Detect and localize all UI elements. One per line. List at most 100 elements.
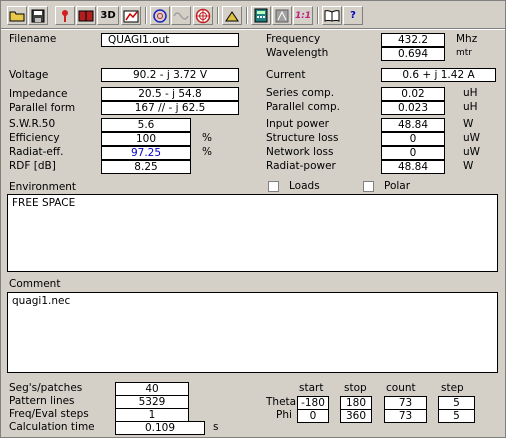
radiat-power-label: Radiat-power	[266, 160, 336, 172]
structure-loss-label: Structure loss	[266, 132, 339, 144]
disk-icon[interactable]	[28, 6, 48, 25]
polar-label: Polar	[384, 180, 411, 192]
theta-count-field[interactable]: 73	[384, 396, 427, 410]
help-icon[interactable]: ?	[343, 6, 363, 25]
current-label: Current	[266, 69, 306, 81]
network-loss-label: Network loss	[266, 146, 334, 158]
pattern-lines-label: Pattern lines	[9, 395, 75, 407]
frequency-label: Frequency	[266, 33, 321, 45]
folder-icon[interactable]	[7, 6, 27, 25]
calc-time-unit: s	[213, 421, 219, 433]
environment-label: Environment	[9, 181, 77, 193]
theta-start-field[interactable]: -180	[297, 396, 329, 410]
filename-label: Filename	[9, 33, 57, 45]
impedance-field[interactable]: 20.5 - j 54.8	[101, 87, 239, 101]
phi-stop-field[interactable]: 360	[340, 409, 372, 423]
comment-textarea[interactable]: quagi1.nec	[7, 292, 498, 373]
freq-steps-label: Freq/Eval steps	[9, 408, 89, 420]
comment-label: Comment	[9, 278, 61, 290]
target-icon[interactable]	[193, 6, 213, 25]
segs-field[interactable]: 40	[115, 382, 189, 396]
input-power-label: Input power	[266, 118, 329, 130]
theta-step-field[interactable]: 5	[438, 396, 475, 410]
radiat-power-unit: W	[463, 160, 474, 172]
3d-label: 3D	[100, 10, 116, 21]
filename-field[interactable]: QUAGI1.out	[101, 33, 239, 47]
ratio-icon[interactable]: 1:1	[293, 6, 313, 25]
book-icon[interactable]	[76, 6, 96, 25]
manual-icon[interactable]	[322, 6, 342, 25]
parallel-comp-unit: uH	[463, 101, 478, 113]
toolbar-separator	[217, 7, 219, 24]
network-loss-field[interactable]: 0	[381, 146, 445, 160]
phi-start-field[interactable]: 0	[297, 409, 329, 423]
col-step-header: step	[441, 382, 464, 394]
input-power-unit: W	[463, 118, 474, 130]
frequency-field[interactable]: 432.2	[381, 33, 445, 47]
environment-textarea[interactable]: FREE SPACE	[7, 194, 498, 272]
swr-icon[interactable]	[171, 6, 191, 25]
parallel-form-field[interactable]: 167 // - j 62.5	[101, 101, 239, 115]
network-loss-unit: uW	[463, 146, 481, 158]
pattern-icon[interactable]	[150, 6, 170, 25]
theta-stop-field[interactable]: 180	[340, 396, 372, 410]
frequency-unit: Mhz	[456, 33, 478, 45]
currents-icon[interactable]	[272, 6, 292, 25]
current-field[interactable]: 0.6 + j 1.42 A	[381, 68, 496, 82]
wavelength-unit: mtr	[456, 48, 472, 58]
calc-time-field[interactable]: 0.109	[115, 421, 205, 435]
radiat-power-field[interactable]: 48.84	[381, 160, 445, 174]
series-comp-unit: uH	[463, 87, 478, 99]
loads-checkbox[interactable]	[268, 181, 279, 192]
voltage-label: Voltage	[9, 69, 49, 81]
col-count-header: count	[386, 382, 416, 394]
rdf-field[interactable]: 8.25	[101, 160, 191, 174]
swr-label: S.W.R.50	[9, 118, 56, 130]
wavelength-field[interactable]: 0.694	[381, 47, 445, 61]
series-comp-field[interactable]: 0.02	[381, 87, 445, 101]
3d-view-icon[interactable]: 3D	[97, 6, 119, 25]
structure-loss-unit: uW	[463, 132, 481, 144]
help-label: ?	[350, 10, 356, 21]
wavelength-label: Wavelength	[266, 47, 329, 59]
efficiency-label: Efficiency	[9, 132, 60, 144]
main-window: 3D 1:1 ? Filename QUAGI1.out Voltage 90.…	[0, 0, 506, 438]
antenna-icon[interactable]	[55, 6, 75, 25]
segs-label: Seg's/patches	[9, 382, 83, 394]
parallel-form-label: Parallel form	[9, 102, 76, 114]
toolbar: 3D 1:1 ?	[3, 3, 483, 29]
freq-steps-field[interactable]: 1	[115, 408, 189, 422]
efficiency-field[interactable]: 100	[101, 132, 191, 146]
col-stop-header: stop	[344, 382, 367, 394]
theta-label: Theta	[266, 396, 297, 408]
series-comp-label: Series comp.	[266, 87, 335, 99]
phi-count-field[interactable]: 73	[384, 409, 427, 423]
calculator-icon[interactable]	[251, 6, 271, 25]
radiat-eff-label: Radiat-eff.	[9, 146, 64, 158]
loads-label: Loads	[289, 180, 320, 192]
swr-field[interactable]: 5.6	[101, 118, 191, 132]
divider	[1, 28, 505, 30]
settings-icon[interactable]	[222, 6, 242, 25]
radiat-eff-unit: %	[202, 146, 212, 158]
structure-loss-field[interactable]: 0	[381, 132, 445, 146]
input-power-field[interactable]: 48.84	[381, 118, 445, 132]
pattern-lines-field[interactable]: 5329	[115, 395, 189, 409]
impedance-label: Impedance	[9, 88, 68, 100]
toolbar-separator	[246, 7, 248, 24]
voltage-field[interactable]: 90.2 - j 3.72 V	[101, 68, 239, 82]
parallel-comp-label: Parallel comp.	[266, 101, 341, 113]
phi-label: Phi	[276, 409, 292, 421]
col-start-header: start	[299, 382, 324, 394]
parallel-comp-field[interactable]: 0.023	[381, 101, 445, 115]
efficiency-unit: %	[202, 132, 212, 144]
calc-time-label: Calculation time	[9, 421, 95, 433]
rdf-label: RDF [dB]	[9, 160, 56, 172]
phi-step-field[interactable]: 5	[438, 409, 475, 423]
toolbar-separator	[317, 7, 319, 24]
radiat-eff-field[interactable]: 97.25	[101, 146, 191, 160]
toolbar-separator	[145, 7, 147, 24]
polar-checkbox[interactable]	[363, 181, 374, 192]
chart-icon[interactable]	[121, 6, 141, 25]
ratio-label: 1:1	[294, 10, 312, 21]
